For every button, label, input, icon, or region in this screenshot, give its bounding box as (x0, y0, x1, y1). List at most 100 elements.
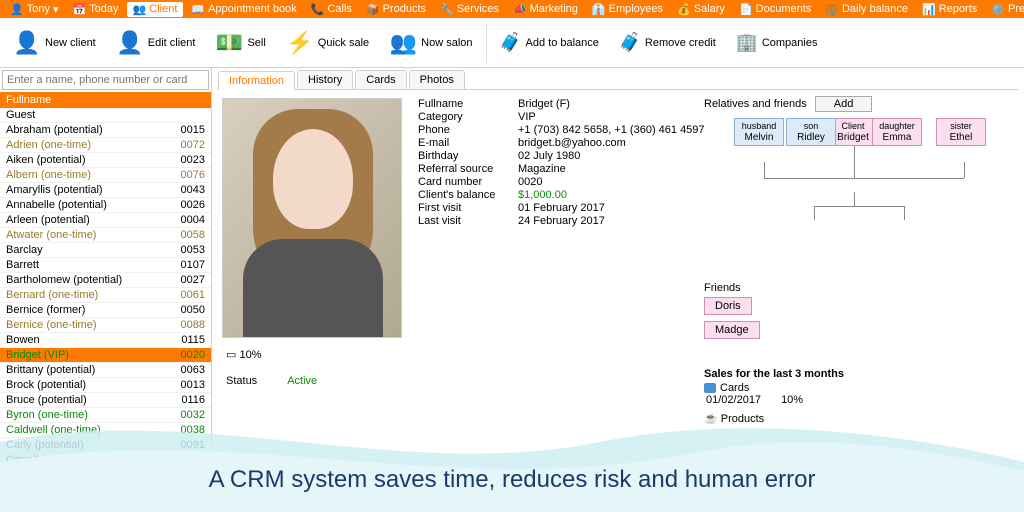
client-code (165, 109, 205, 121)
client-row[interactable]: Bridget (VIP)0020 (0, 348, 211, 363)
sell-button[interactable]: 💵Sell (206, 24, 274, 62)
client-row[interactable]: Brock (potential)0013 (0, 378, 211, 393)
client-row[interactable]: Amaryllis (potential)0043 (0, 183, 211, 198)
new-client-button[interactable]: 👤New client (4, 24, 105, 62)
sales-products-label: Products (721, 413, 764, 425)
menu-appointment-book[interactable]: 📖Appointment book (185, 2, 302, 17)
menu-icon: 📄 (739, 3, 753, 16)
menubar: 👤 Tony ▾ 📅Today👥Client📖Appointment book📞… (0, 0, 1024, 18)
menu-icon: 📣 (513, 3, 527, 16)
client-row[interactable]: Barclay0053 (0, 243, 211, 258)
field-label: Client's balance (418, 189, 518, 201)
edit-client-label: Edit client (148, 37, 196, 49)
toolbar: 👤New client 👤Edit client 💵Sell ⚡Quick sa… (0, 18, 1024, 68)
client-name: Bartholomew (potential) (6, 274, 122, 286)
client-code: 0026 (165, 199, 205, 211)
client-row[interactable]: Atwater (one-time)0058 (0, 228, 211, 243)
client-row[interactable]: Adrien (one-time)0072 (0, 138, 211, 153)
client-row[interactable]: Bernice (former)0050 (0, 303, 211, 318)
client-row[interactable]: Byron (one-time)0032 (0, 408, 211, 423)
node-husband[interactable]: husbandMelvin (734, 118, 784, 146)
menu-icon: 📅 (72, 3, 86, 16)
menu-icon: 📦 (366, 3, 380, 16)
menu-icon: 👔 (592, 3, 606, 16)
friends-title: Friends (704, 282, 1014, 294)
quick-sale-button[interactable]: ⚡Quick sale (277, 24, 378, 62)
menu-today[interactable]: 📅Today (66, 2, 124, 17)
client-row[interactable]: Abraham (potential)0015 (0, 123, 211, 138)
remove-credit-button[interactable]: 🧳Remove credit (610, 27, 725, 59)
menu-label: Daily balance (842, 3, 908, 15)
client-row[interactable]: Aiken (potential)0023 (0, 153, 211, 168)
menu-reports[interactable]: 📊Reports (916, 2, 983, 17)
tab-photos[interactable]: Photos (409, 70, 465, 89)
toolbar-separator (486, 23, 487, 63)
client-row[interactable]: Caldwell (one-time)0038 (0, 423, 211, 438)
list-header[interactable]: Fullname (0, 92, 211, 108)
client-row[interactable]: Bruce (potential)0116 (0, 393, 211, 408)
now-salon-button[interactable]: 👥Now salon (380, 24, 481, 62)
client-row[interactable]: Barrett0107 (0, 258, 211, 273)
node-daughter[interactable]: daughterEmma (872, 118, 922, 146)
menu-preferences[interactable]: ⚙️Preferences (985, 2, 1024, 17)
client-code: 0101 (165, 454, 205, 466)
menu-marketing[interactable]: 📣Marketing (507, 2, 584, 17)
remove-credit-label: Remove credit (645, 37, 716, 49)
main-area: Fullname GuestAbraham (potential)0015Adr… (0, 68, 1024, 512)
client-row[interactable]: Bartholomew (potential)0027 (0, 273, 211, 288)
photo-column: ▭ 10% Status Active (222, 98, 402, 391)
node-sister[interactable]: sisterEthel (936, 118, 986, 146)
card-small-icon (704, 383, 716, 393)
client-row[interactable]: Annabelle (potential) 0026 (0, 198, 211, 213)
add-balance-button[interactable]: 🧳Add to balance (491, 27, 608, 59)
client-row[interactable]: Guest (0, 108, 211, 123)
client-code: 0103 (165, 484, 205, 496)
menu-products[interactable]: 📦Products (360, 2, 432, 17)
friend-item[interactable]: Madge (704, 321, 760, 339)
menu-icon: 📖 (191, 3, 205, 16)
client-name: Annabelle (potential) (6, 199, 107, 211)
field-value: bridget.b@yahoo.com (518, 137, 626, 149)
bolt-icon: ⚡ (286, 29, 314, 57)
add-balance-label: Add to balance (526, 37, 599, 49)
menu-client[interactable]: 👥Client (127, 2, 184, 17)
user-menu[interactable]: 👤 Tony ▾ (4, 2, 64, 17)
field-value: 02 July 1980 (518, 150, 580, 162)
client-row[interactable]: Courtney (potential)0104 (0, 498, 211, 512)
menu-calls[interactable]: 📞Calls (305, 2, 358, 17)
menu-employees[interactable]: 👔Employees (586, 2, 669, 17)
node-son[interactable]: sonRidley (786, 118, 836, 146)
search-input[interactable] (2, 70, 209, 90)
client-row[interactable]: Albern (one-time)0076 (0, 168, 211, 183)
tab-information[interactable]: Information (218, 71, 295, 90)
client-name: Bernice (former) (6, 304, 85, 316)
client-row[interactable]: Arleen (potential)0004 (0, 213, 211, 228)
client-row[interactable]: Bernice (one-time)0088 (0, 318, 211, 333)
client-code: 0038 (165, 424, 205, 436)
client-row[interactable]: Bowen0115 (0, 333, 211, 348)
client-name: Atwater (one-time) (6, 229, 96, 241)
edit-client-button[interactable]: 👤Edit client (107, 24, 205, 62)
client-list[interactable]: GuestAbraham (potential)0015Adrien (one-… (0, 108, 211, 512)
tab-cards[interactable]: Cards (355, 70, 406, 89)
companies-button[interactable]: 🏢Companies (727, 27, 827, 59)
client-code: 0013 (165, 379, 205, 391)
friend-item[interactable]: Doris (704, 297, 752, 315)
field-value: +1 (703) 842 5658, +1 (360) 461 4597 (518, 124, 705, 136)
tab-history[interactable]: History (297, 70, 353, 89)
client-row[interactable]: Chauncy (one-time)0102 (0, 468, 211, 483)
menu-services[interactable]: 🔧Services (434, 2, 505, 17)
client-photo[interactable] (222, 98, 402, 338)
client-row[interactable]: Conroy (potential) 0103 (0, 483, 211, 498)
menu-salary[interactable]: 💰Salary (671, 2, 731, 17)
menu-daily-balance[interactable]: ⚖️Daily balance (819, 2, 914, 17)
add-relative-button[interactable]: Add (815, 96, 873, 112)
client-row[interactable]: Carly (potential)0091 (0, 438, 211, 453)
client-name: Bruce (potential) (6, 394, 87, 406)
client-row[interactable]: Carroll (potential)0101 (0, 453, 211, 468)
field-value: 01 February 2017 (518, 202, 605, 214)
client-row[interactable]: Brittany (potential)0063 (0, 363, 211, 378)
client-name: Conroy (potential) (6, 484, 93, 496)
menu-documents[interactable]: 📄Documents (733, 2, 817, 17)
client-row[interactable]: Bernard (one-time)0061 (0, 288, 211, 303)
